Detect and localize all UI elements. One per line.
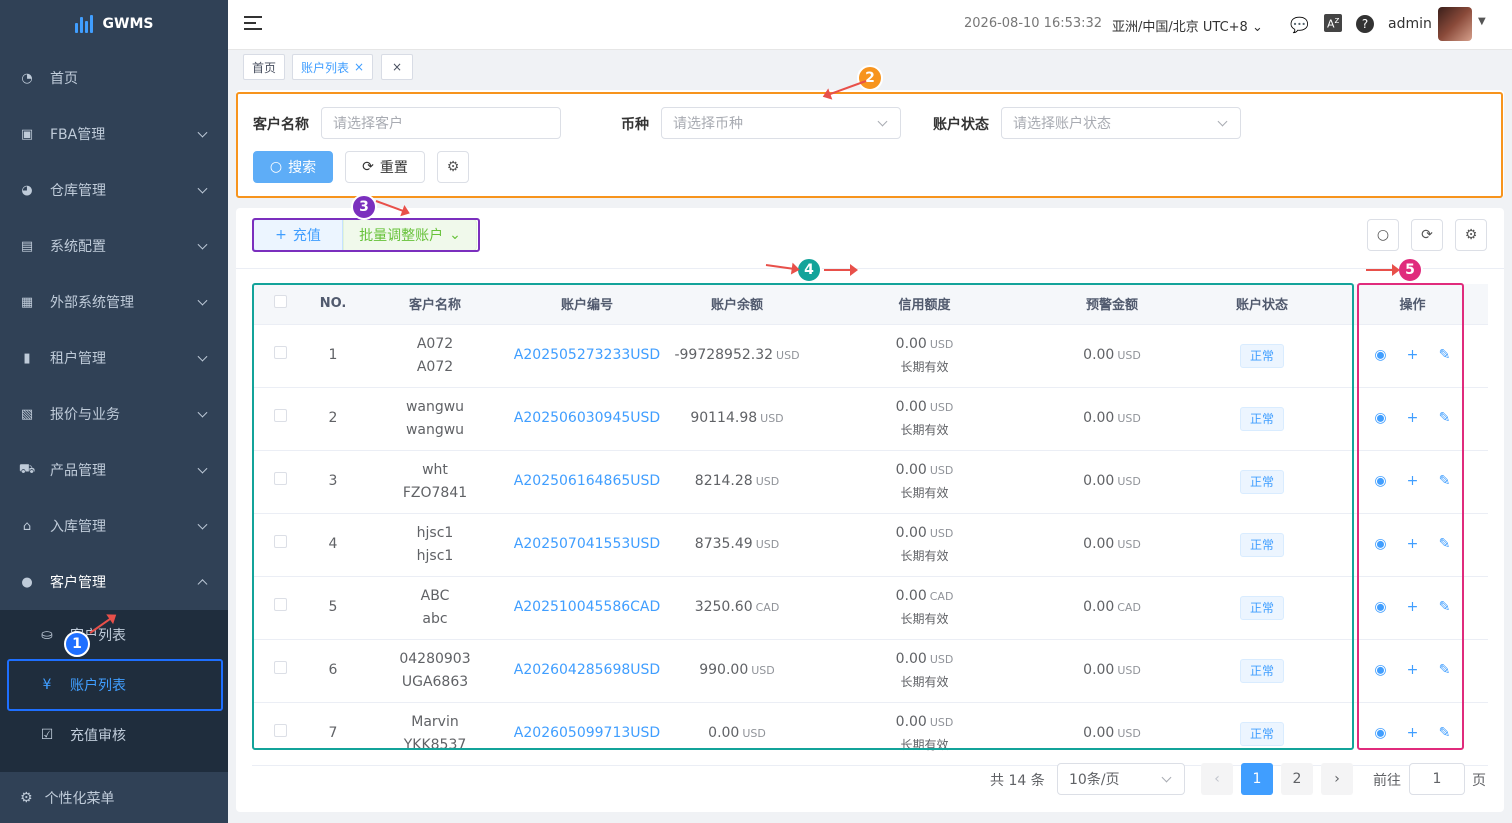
home-icon: ⌂ <box>22 518 32 534</box>
sidebar-item-8[interactable]: ⌂ 入库管理 <box>0 498 228 554</box>
bar-chart-icon: ▮ <box>23 350 31 366</box>
table-settings-button[interactable]: ⚙ <box>1455 219 1487 251</box>
page-size-select[interactable]: 10条/页 <box>1057 763 1185 795</box>
top-header: 2026-08-10 16:53:32 亚洲/中国/北京 UTC+8 ⌄ 💬 A… <box>228 0 1512 50</box>
sidebar-item-label: 外部系统管理 <box>50 295 134 311</box>
chevron-icon <box>197 183 208 194</box>
timezone-label: 亚洲/中国/北京 UTC+8 <box>1112 20 1248 35</box>
hamburger-icon[interactable] <box>244 16 262 32</box>
chevron-down-icon: ⌄ <box>1251 20 1263 35</box>
username[interactable]: admin <box>1388 16 1432 32</box>
customer-icon: ⛀ <box>41 627 53 643</box>
chevron-icon <box>197 579 208 590</box>
sidebar-item-label: FBA管理 <box>50 127 106 143</box>
annotation-arrow <box>1366 264 1400 276</box>
logo[interactable]: GWMS <box>0 0 228 48</box>
annotation-box-5 <box>1357 283 1464 750</box>
page-suffix: 页 <box>1472 773 1486 789</box>
annotation-marker-3: 3 <box>351 194 377 220</box>
sidebar-item-4[interactable]: ▦ 外部系统管理 <box>0 274 228 330</box>
logo-icon <box>74 15 93 33</box>
logo-text: GWMS <box>102 16 154 32</box>
grid-icon: ▦ <box>20 294 34 310</box>
sidebar-item-6[interactable]: ▧ 报价与业务 <box>0 386 228 442</box>
close-icon: × <box>391 60 403 74</box>
gear-icon: ⚙ <box>1464 227 1478 243</box>
sidebar-item-7[interactable]: ⛟ 产品管理 <box>0 442 228 498</box>
sidebar-item-1[interactable]: ▣ FBA管理 <box>0 106 228 162</box>
refresh-icon: ⟳ <box>1421 227 1433 243</box>
table-refresh-button[interactable]: ⟳ <box>1411 219 1443 251</box>
page-size-label: 10条/页 <box>1069 772 1120 788</box>
sidebar-item-5[interactable]: ▮ 租户管理 <box>0 330 228 386</box>
personal-menu-label: 个性化菜单 <box>44 790 115 807</box>
divider <box>236 268 1504 269</box>
goto-label: 前往 <box>1373 773 1401 789</box>
tag-home-label: 首页 <box>252 60 277 75</box>
annotation-box-4 <box>252 283 1354 750</box>
prev-page-button[interactable]: ‹ <box>1201 763 1233 795</box>
sidebar-item-label: 首页 <box>50 71 78 87</box>
annotation-arrow <box>824 264 858 276</box>
chevron-icon <box>197 351 208 362</box>
checkbox-icon: ☑ <box>40 727 54 743</box>
submenu-item-2[interactable]: ☑ 充值审核 <box>0 710 228 760</box>
sidebar-item-0[interactable]: ◔ 首页 <box>0 50 228 106</box>
quote-icon: ▧ <box>20 406 34 422</box>
annotation-marker-2: 2 <box>857 65 883 91</box>
annotation-marker-5: 5 <box>1397 257 1423 283</box>
page-1-button[interactable]: 1 <box>1241 763 1273 795</box>
page-2-button[interactable]: 2 <box>1281 763 1313 795</box>
chevron-down-icon <box>1161 772 1172 783</box>
chevron-icon <box>197 127 208 138</box>
cart-icon: ⛟ <box>18 461 36 477</box>
annotation-box-1 <box>7 659 223 711</box>
sidebar-item-3[interactable]: ▤ 系统配置 <box>0 218 228 274</box>
annotation-box-3 <box>252 218 480 252</box>
sidebar-item-label: 系统配置 <box>50 239 106 255</box>
pagination-total: 共 14 条 <box>990 773 1045 789</box>
chevron-icon <box>197 463 208 474</box>
sidebar-item-label: 产品管理 <box>50 463 106 479</box>
sidebar-item-9[interactable]: ● 客户管理 <box>0 554 228 610</box>
sidebar-item-label: 客户管理 <box>50 575 106 591</box>
annotation-box-2 <box>236 92 1503 198</box>
caret-down-icon[interactable]: ▼ <box>1478 16 1486 27</box>
sidebar-item-2[interactable]: ◕ 仓库管理 <box>0 162 228 218</box>
globe-icon: ◕ <box>21 182 33 198</box>
chevron-icon <box>197 295 208 306</box>
submenu-item-label: 充值审核 <box>70 728 126 744</box>
next-page-button[interactable]: › <box>1321 763 1353 795</box>
goto-page-value: 1 <box>1432 771 1442 787</box>
goto-page-input[interactable]: 1 <box>1409 763 1465 795</box>
tag-account-list[interactable]: 账户列表 × <box>292 54 374 80</box>
fba-icon: ▣ <box>20 126 34 142</box>
config-icon: ▤ <box>20 238 34 254</box>
chevron-icon <box>197 239 208 250</box>
sidebar-item-label: 报价与业务 <box>50 407 120 423</box>
timezone-selector[interactable]: 亚洲/中国/北京 UTC+8 ⌄ <box>1112 16 1263 35</box>
table-search-button[interactable]: ○ <box>1367 219 1399 251</box>
avatar[interactable] <box>1438 7 1472 41</box>
tag-home[interactable]: 首页 <box>243 54 286 80</box>
sidebar-item-label: 入库管理 <box>50 519 106 535</box>
sidebar-item-label: 仓库管理 <box>50 183 106 199</box>
personal-menu-button[interactable]: ⚙ 个性化菜单 <box>0 772 228 823</box>
header-datetime: 2026-08-10 16:53:32 <box>964 16 1103 31</box>
tag-account-list-label: 账户列表 <box>301 60 350 75</box>
message-icon[interactable]: 💬 <box>1290 16 1309 34</box>
sidebar-item-label: 租户管理 <box>50 351 106 367</box>
gear-icon: ⚙ <box>20 789 33 806</box>
user-icon: ● <box>21 574 33 590</box>
chevron-icon <box>197 407 208 418</box>
help-icon[interactable]: ? <box>1356 15 1374 33</box>
search-icon: ○ <box>1376 227 1390 243</box>
close-all-tags-button[interactable]: × <box>381 54 413 80</box>
chevron-icon <box>197 519 208 530</box>
dashboard-icon: ◔ <box>21 70 33 86</box>
annotation-marker-1: 1 <box>64 631 90 657</box>
translate-icon[interactable]: Az <box>1324 14 1343 32</box>
annotation-marker-4: 4 <box>796 257 822 283</box>
close-icon[interactable]: × <box>354 60 364 74</box>
